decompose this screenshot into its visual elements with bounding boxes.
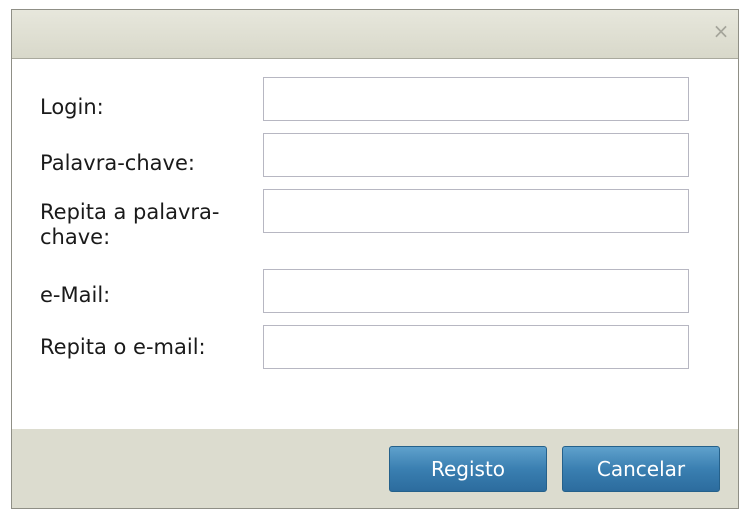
dialog-titlebar[interactable]: × xyxy=(12,10,738,59)
password-label: Palavra-chave: xyxy=(40,151,195,175)
form-body: Login: Palavra-chave: Repita a palavra-c… xyxy=(12,59,738,429)
password-input[interactable] xyxy=(263,133,689,177)
registration-dialog: × Login: Palavra-chave: Repita a palavra… xyxy=(11,9,739,509)
close-icon[interactable]: × xyxy=(710,20,732,42)
login-input[interactable] xyxy=(263,77,689,121)
repeat-password-label: Repita a palavra-chave: xyxy=(40,200,220,249)
cancel-button[interactable]: Cancelar xyxy=(562,446,720,492)
email-label: e-Mail: xyxy=(40,283,111,307)
repeat-email-label: Repita o e-mail: xyxy=(40,335,206,359)
repeat-email-input[interactable] xyxy=(263,325,689,369)
repeat-password-input[interactable] xyxy=(263,189,689,233)
email-input[interactable] xyxy=(263,269,689,313)
dialog-footer: Registo Cancelar xyxy=(12,429,738,508)
register-button[interactable]: Registo xyxy=(389,446,547,492)
login-label: Login: xyxy=(40,95,104,119)
